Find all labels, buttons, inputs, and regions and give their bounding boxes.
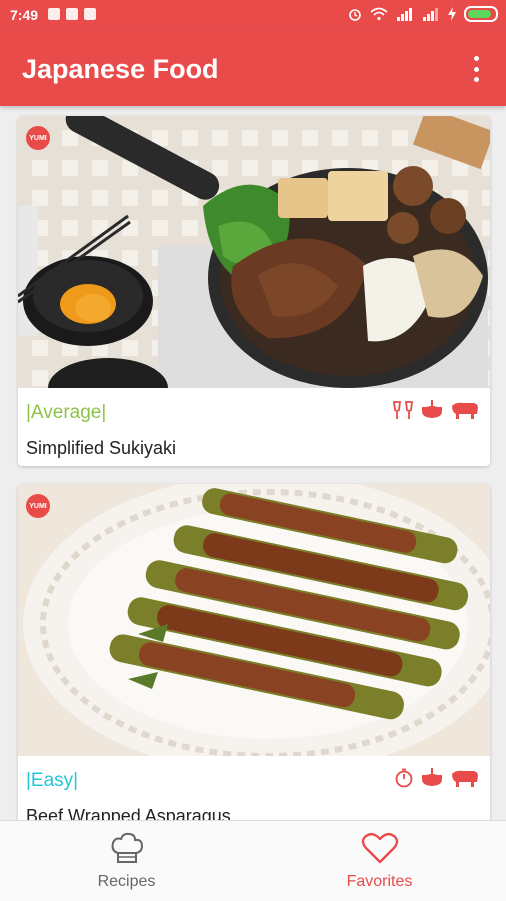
status-time: 7:49 — [10, 7, 39, 23]
beef-icon — [452, 770, 478, 787]
battery-icon — [464, 6, 498, 22]
app-title: Japanese Food — [22, 54, 219, 84]
recipe-name[interactable]: Simplified Sukiyaki — [26, 438, 176, 459]
play-store-icon — [66, 8, 78, 20]
yumi-badge: YUMI — [26, 494, 50, 518]
cheers-icon — [392, 401, 414, 419]
pot-icon — [422, 768, 442, 786]
notification-icons — [48, 8, 96, 20]
recipe-name[interactable]: Beef Wrapped Asparagus — [26, 806, 231, 820]
pot-icon — [422, 400, 442, 418]
recipe-card[interactable]: YUMI |Easy| Beef Wrapped Asparagus — [18, 484, 490, 820]
beef-icon — [452, 402, 478, 419]
wifi-icon — [370, 7, 388, 21]
status-icons — [348, 6, 498, 22]
yumi-badge: YUMI — [26, 126, 50, 150]
battery-level — [468, 10, 492, 18]
notification-icon — [48, 8, 60, 20]
status-bar: 7:49 — [0, 0, 506, 30]
recipe-tags — [394, 768, 480, 788]
recipe-photo-asparagus: YUMI — [18, 484, 490, 756]
timer-icon — [395, 768, 413, 788]
difficulty-label: |Average| — [26, 402, 107, 423]
signal-icon — [423, 8, 438, 21]
charging-icon — [448, 7, 456, 21]
nav-recipes[interactable]: Recipes — [0, 821, 253, 901]
nav-favorites[interactable]: Favorites — [253, 821, 506, 901]
asparagus-image — [18, 484, 490, 756]
more-vert-icon[interactable] — [466, 56, 486, 82]
signal-icon — [397, 8, 412, 21]
sukiyaki-image — [18, 116, 490, 388]
app-bar: Japanese Food — [0, 30, 506, 106]
nav-favorites-label: Favorites — [346, 873, 413, 890]
recipe-list[interactable]: YUMI |Average| Simplified Sukiyaki YUMI … — [0, 106, 506, 820]
notification-icon — [84, 8, 96, 20]
alarm-icon — [349, 9, 361, 21]
recipe-tags — [392, 400, 480, 420]
chef-hat-icon — [111, 832, 143, 863]
recipe-photo-sukiyaki: YUMI — [18, 116, 490, 388]
heart-icon — [361, 832, 398, 864]
recipe-card[interactable]: YUMI |Average| Simplified Sukiyaki — [18, 116, 490, 466]
nav-recipes-label: Recipes — [97, 873, 156, 890]
bottom-navigation: Recipes Favorites — [0, 820, 506, 901]
difficulty-label: |Easy| — [26, 770, 79, 791]
